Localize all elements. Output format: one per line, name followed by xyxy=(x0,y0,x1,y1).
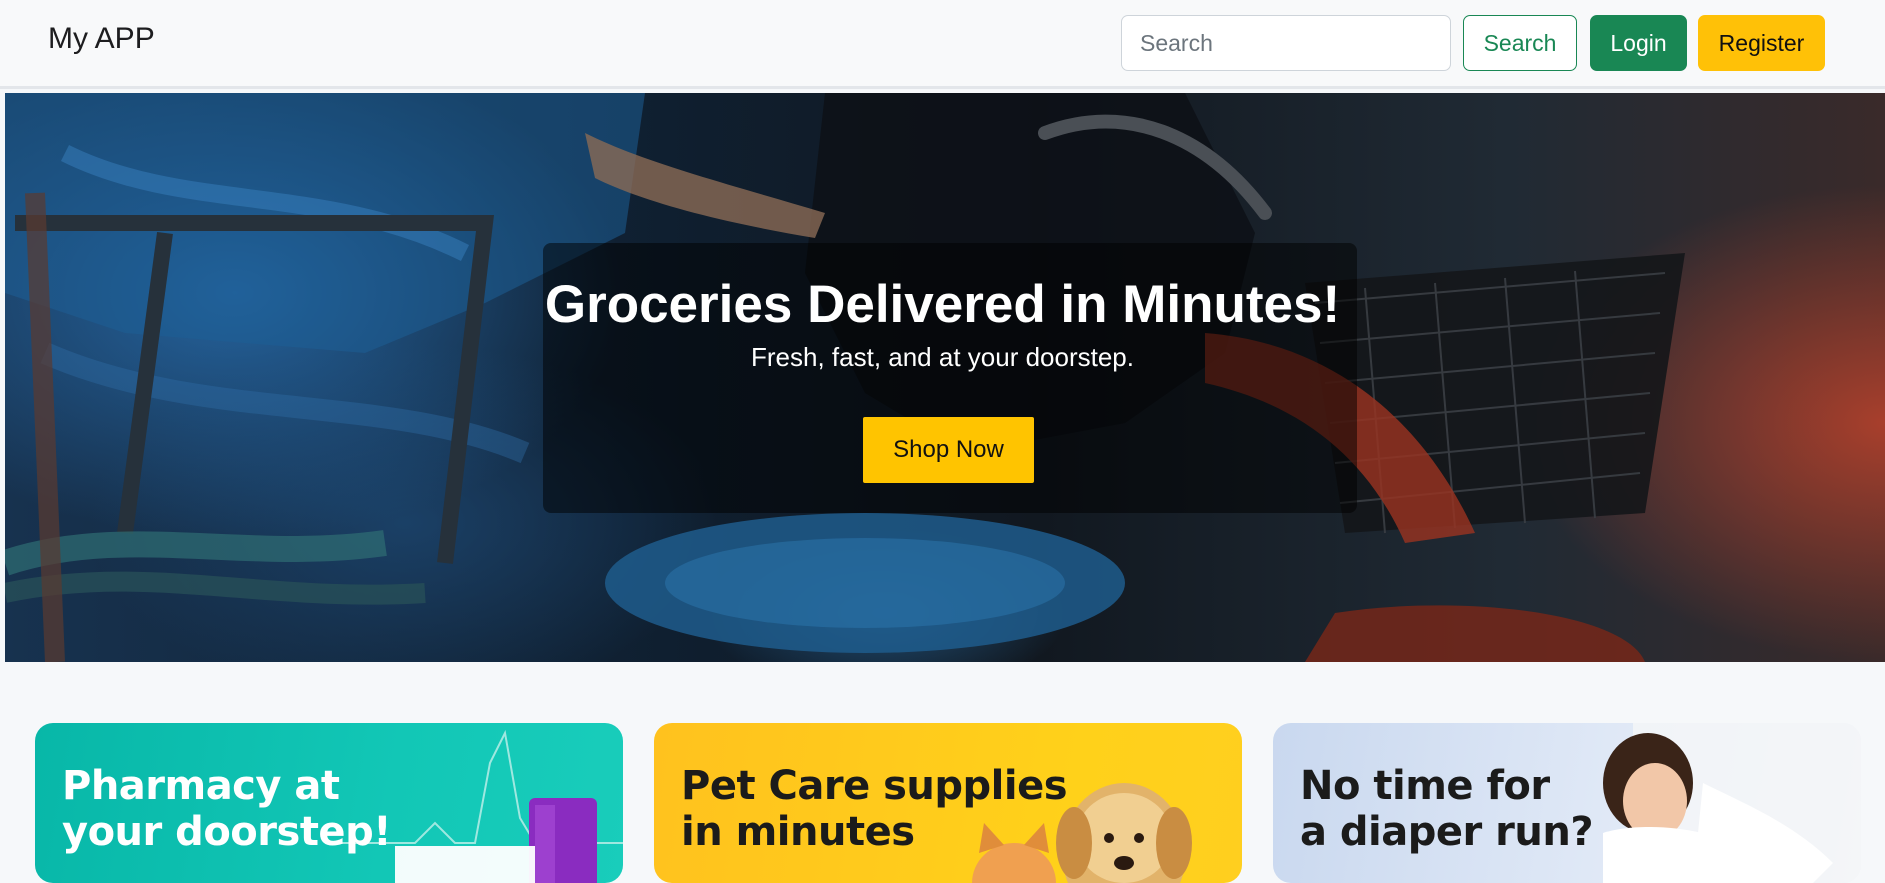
card-title: Pharmacy at your doorstep! xyxy=(62,763,391,855)
promo-card-pet-care[interactable]: Pet Care supplies in minutes xyxy=(654,723,1242,883)
hero-banner xyxy=(5,93,1885,662)
brand-logo[interactable]: My APP xyxy=(48,22,155,56)
card-title: Pet Care supplies in minutes xyxy=(681,763,1068,855)
search-input[interactable] xyxy=(1121,15,1451,71)
login-button[interactable]: Login xyxy=(1590,15,1687,71)
promo-card-pharmacy[interactable]: Pharmacy at your doorstep! xyxy=(35,723,623,883)
promo-card-baby-care[interactable]: No time for a diaper run? xyxy=(1273,723,1861,883)
hero-title: Groceries Delivered in Minutes! xyxy=(544,275,1341,334)
shop-now-button[interactable]: Shop Now xyxy=(863,417,1034,483)
search-button[interactable]: Search xyxy=(1463,15,1577,71)
register-button[interactable]: Register xyxy=(1698,15,1825,71)
hero-subtitle: Fresh, fast, and at your doorstep. xyxy=(751,342,1134,372)
navbar: My APP Search Login Register xyxy=(0,0,1885,89)
card-title: No time for a diaper run? xyxy=(1300,763,1594,855)
